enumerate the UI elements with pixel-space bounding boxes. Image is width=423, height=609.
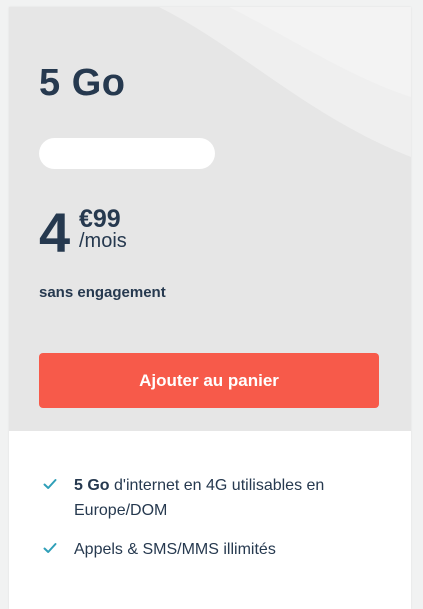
check-icon — [43, 543, 57, 553]
plan-card-header: 5 Go 4 €99 /mois sans engagement Ajouter… — [9, 7, 411, 431]
plan-title: 5 Go — [39, 62, 126, 104]
feature-item: 5 Go d'internet en 4G utilisables en Eur… — [39, 473, 389, 523]
feature-text: Appels & SMS/MMS illimités — [74, 541, 276, 558]
add-to-cart-button[interactable]: Ajouter au panier — [39, 353, 379, 408]
price-cents: €99 — [79, 205, 121, 233]
price-unit: /mois — [79, 230, 127, 252]
feature-text: d'internet en 4G utilisables en Europe/D… — [74, 477, 325, 519]
feature-item: Appels & SMS/MMS illimités — [39, 537, 389, 562]
check-icon — [43, 479, 57, 489]
plan-card: 5 Go 4 €99 /mois sans engagement Ajouter… — [9, 7, 411, 609]
promo-badge-placeholder — [39, 138, 215, 169]
price-integer: 4 — [39, 201, 71, 264]
feature-list: 5 Go d'internet en 4G utilisables en Eur… — [39, 473, 389, 576]
commitment-label: sans engagement — [39, 284, 166, 301]
feature-highlight: 5 Go — [74, 477, 110, 494]
